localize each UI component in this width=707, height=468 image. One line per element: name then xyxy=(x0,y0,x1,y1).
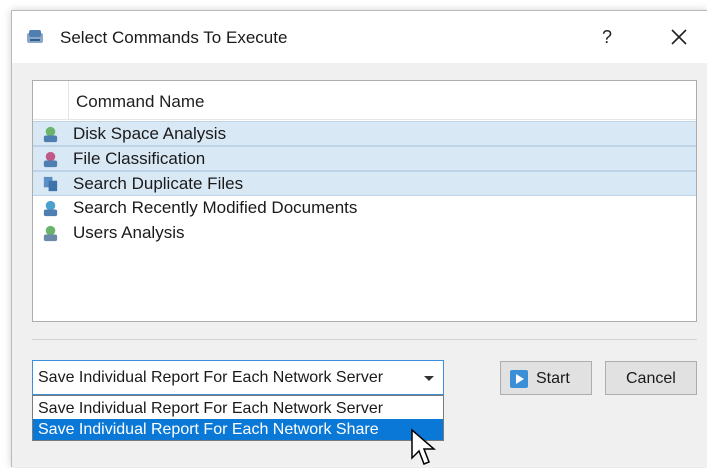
list-item-users-analysis[interactable]: Users Analysis xyxy=(33,221,696,246)
dropdown-option-network-share[interactable]: Save Individual Report For Each Network … xyxy=(33,419,443,440)
app-icon xyxy=(27,30,43,43)
dialog-title: Select Commands To Execute xyxy=(60,28,288,47)
disk-analysis-icon xyxy=(43,126,58,143)
mouse-pointer-icon xyxy=(411,428,437,465)
list-item-label: File Classification xyxy=(73,149,206,168)
list-item-label: Disk Space Analysis xyxy=(73,124,227,143)
cancel-button[interactable]: Cancel xyxy=(605,361,697,395)
help-button[interactable]: ? xyxy=(595,25,619,49)
list-item-label: Search Duplicate Files xyxy=(73,174,244,193)
dropdown-option-network-server[interactable]: Save Individual Report For Each Network … xyxy=(33,398,443,419)
file-classification-icon xyxy=(43,151,58,168)
list-item-label: Users Analysis xyxy=(73,223,185,242)
list-item-disk-space-analysis[interactable]: Disk Space Analysis xyxy=(33,121,696,146)
list-header: Command Name xyxy=(33,81,696,120)
commands-list[interactable]: Command Name Disk Space Analysis File Cl… xyxy=(32,80,697,322)
title-bar: Select Commands To Execute ? xyxy=(12,11,707,63)
modified-documents-icon xyxy=(43,200,58,217)
header-separator xyxy=(68,81,69,119)
list-item-search-duplicate-files[interactable]: Search Duplicate Files xyxy=(33,171,696,196)
chevron-down-icon[interactable] xyxy=(424,376,434,381)
cancel-button-label: Cancel xyxy=(626,370,676,387)
start-button-label: Start xyxy=(536,370,570,387)
duplicate-files-icon xyxy=(43,176,58,192)
report-mode-combobox[interactable]: Save Individual Report For Each Network … xyxy=(32,360,444,395)
list-item-label: Search Recently Modified Documents xyxy=(73,198,358,217)
play-icon xyxy=(510,370,528,388)
list-item-file-classification[interactable]: File Classification xyxy=(33,146,696,171)
list-item-search-recently-modified-documents[interactable]: Search Recently Modified Documents xyxy=(33,196,696,221)
users-analysis-icon xyxy=(43,225,58,242)
report-mode-dropdown: Save Individual Report For Each Network … xyxy=(32,395,444,441)
report-mode-selected: Save Individual Report For Each Network … xyxy=(38,369,384,386)
close-icon[interactable] xyxy=(667,25,691,49)
start-button[interactable]: Start xyxy=(500,361,592,395)
separator-line xyxy=(32,339,697,340)
column-header-command-name[interactable]: Command Name xyxy=(76,92,205,112)
select-commands-dialog: Select Commands To Execute ? Command Nam… xyxy=(11,10,707,467)
